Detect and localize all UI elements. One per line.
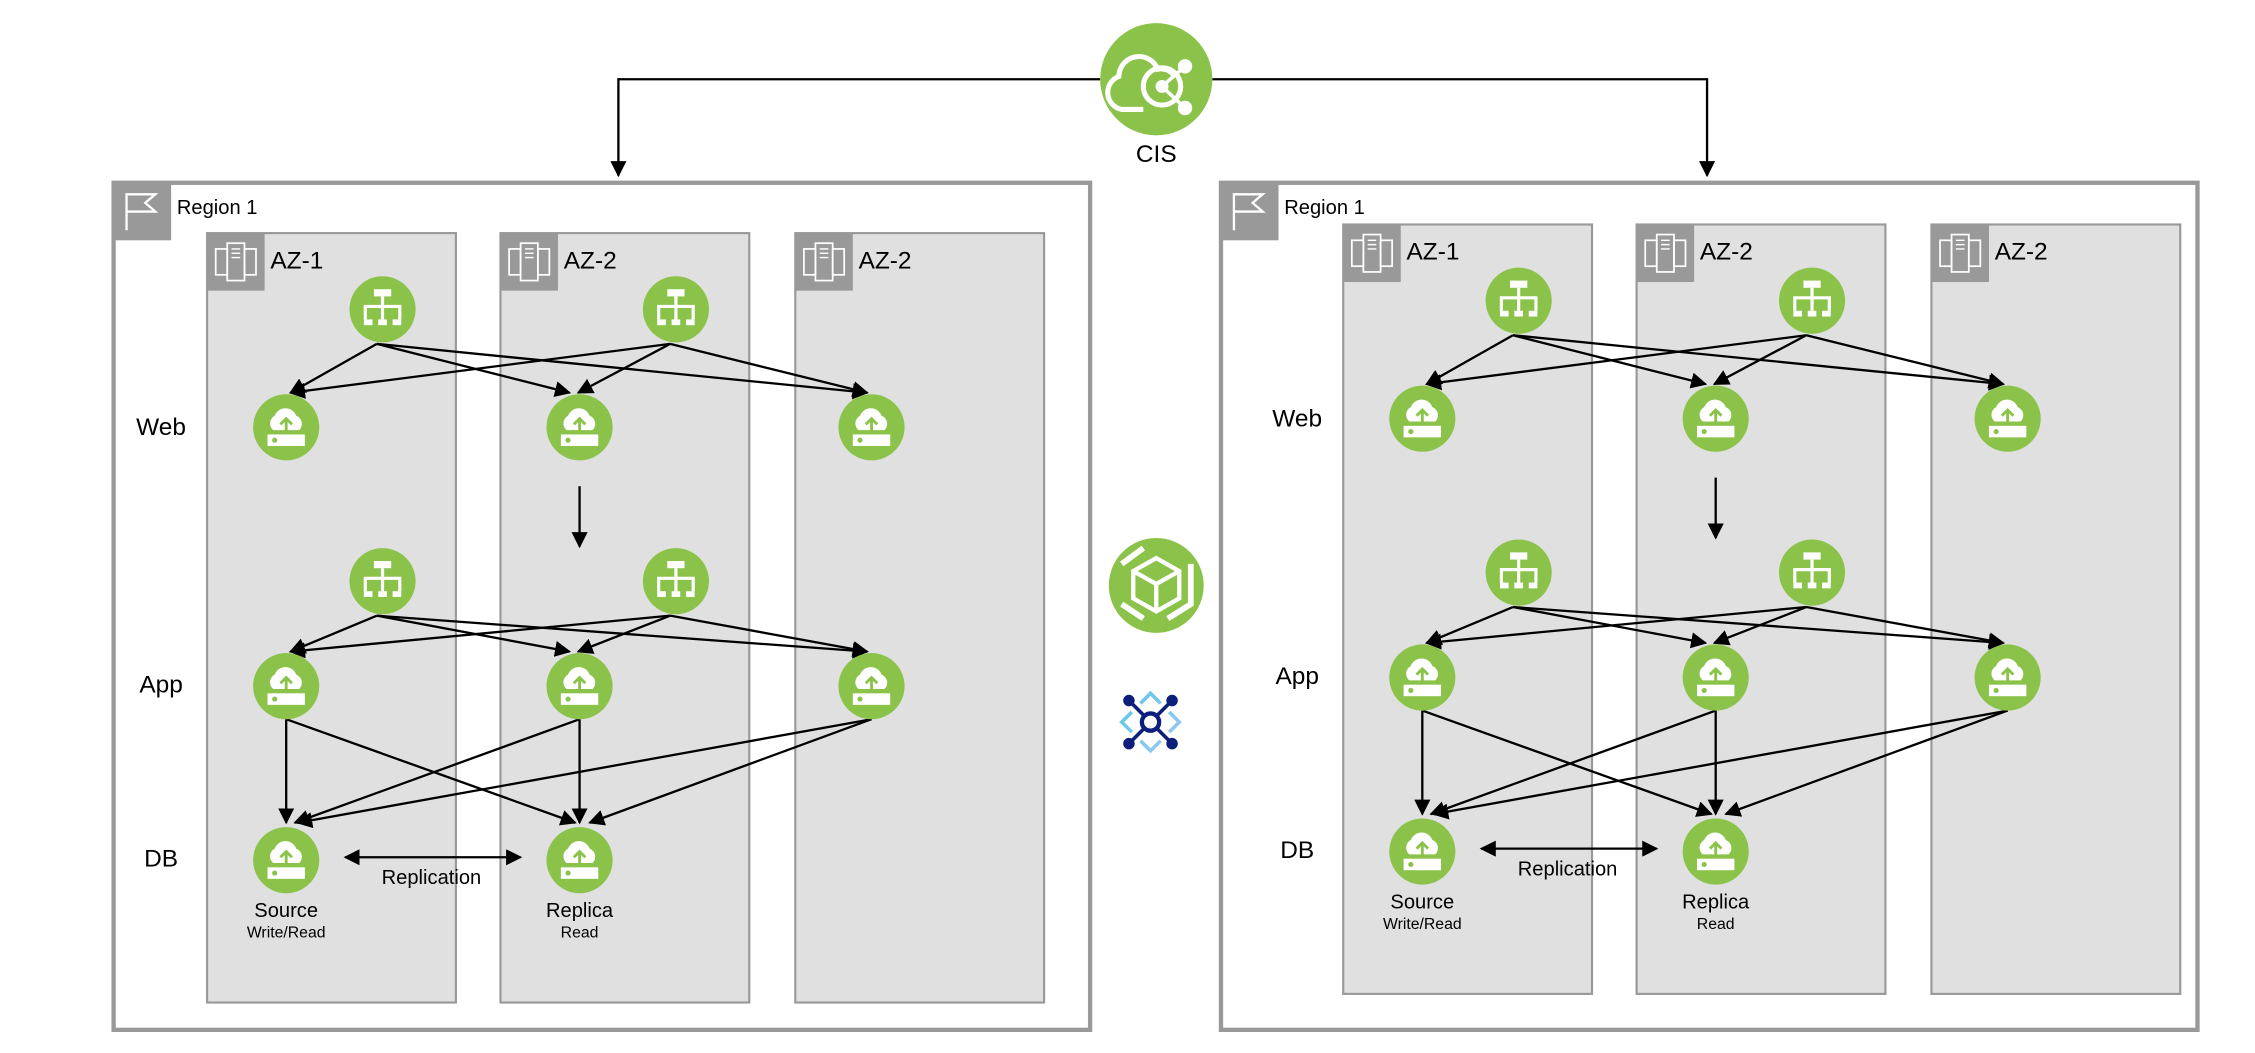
web-server-icon[interactable]	[1389, 385, 1456, 452]
az-label: AZ-2	[859, 247, 912, 274]
datacenter-icon	[1931, 224, 1989, 283]
network-hub-icon	[1119, 690, 1182, 754]
load-balancer-icon[interactable]	[1778, 267, 1846, 334]
db-source-label: Source	[254, 900, 318, 922]
az-column-2: AZ-2	[1635, 223, 1887, 995]
az-label: AZ-1	[1406, 239, 1459, 266]
az-zone	[499, 232, 751, 1004]
db-replica-label: Replica	[546, 900, 614, 922]
db-source-icon[interactable]	[253, 827, 320, 894]
az-column-3: AZ-2	[1930, 223, 2182, 995]
region-content: AZ-1 AZ-2 AZ-2 Web App DB Replication Source Wri…	[1272, 223, 2182, 995]
app-server-icon[interactable]	[1682, 644, 1749, 711]
db-replica-icon[interactable]	[1682, 818, 1749, 885]
region-flag-icon	[113, 182, 172, 241]
center-icons	[1108, 538, 1204, 754]
db-source-label: Source	[1390, 892, 1454, 914]
load-balancer-icon[interactable]	[1778, 539, 1846, 606]
load-balancer-icon[interactable]	[349, 276, 416, 343]
datacenter-icon	[500, 233, 558, 291]
load-balancer-icon[interactable]	[642, 276, 710, 343]
region-content: AZ-1 AZ-2 AZ-2 Web App DB Replication Source Wri…	[136, 232, 1046, 1004]
cis-to-region-2-arrow	[1212, 78, 1716, 178]
web-server-icon[interactable]	[1974, 385, 2041, 452]
datacenter-icon	[207, 233, 265, 291]
load-balancer-icon[interactable]	[349, 548, 416, 615]
az-label: AZ-2	[564, 247, 617, 274]
datacenter-icon	[1343, 224, 1401, 283]
replication-label: Replication	[1518, 859, 1618, 881]
db-source-sublabel: Write/Read	[1383, 916, 1462, 933]
region-flag-icon	[1220, 182, 1279, 241]
db-replica-label: Replica	[1682, 892, 1750, 914]
tier-label-db: DB	[144, 846, 178, 873]
load-balancer-icon[interactable]	[1485, 267, 1552, 334]
az-column-3: AZ-2	[794, 232, 1046, 1004]
tier-label-db: DB	[1280, 837, 1314, 864]
tier-label-web: Web	[136, 414, 186, 441]
cube-service-icon	[1108, 538, 1204, 633]
az-label: AZ-1	[270, 247, 323, 274]
app-server-icon[interactable]	[1974, 644, 2041, 711]
az-label: AZ-2	[1700, 239, 1753, 266]
db-replica-icon[interactable]	[546, 827, 613, 894]
datacenter-icon	[795, 233, 853, 291]
app-server-icon[interactable]	[253, 653, 320, 720]
web-server-icon[interactable]	[546, 394, 613, 461]
web-server-icon[interactable]	[253, 394, 320, 461]
db-source-icon[interactable]	[1389, 818, 1456, 885]
tier-label-app: App	[139, 672, 182, 699]
db-replica-sublabel: Read	[1697, 916, 1735, 933]
tier-label-app: App	[1275, 663, 1318, 690]
datacenter-icon	[1636, 224, 1695, 283]
cis-label: CIS	[1136, 141, 1177, 168]
region-title: Region 1	[177, 197, 258, 219]
app-server-icon[interactable]	[546, 653, 613, 720]
load-balancer-icon[interactable]	[1485, 539, 1552, 606]
app-server-icon[interactable]	[1389, 644, 1456, 711]
az-column-2: AZ-2	[499, 232, 751, 1004]
architecture-diagram: Region 1 AZ-1 AZ-2 AZ-2 Web App DB Replication S…	[111, 23, 2200, 1033]
az-zone	[794, 232, 1046, 1004]
web-server-icon[interactable]	[838, 394, 905, 461]
region-2: Region 1 AZ-1 AZ-2 AZ-2 Web App DB Replication S…	[1218, 180, 2200, 1033]
app-server-icon[interactable]	[838, 653, 905, 720]
tier-label-web: Web	[1272, 406, 1322, 433]
db-replica-sublabel: Read	[561, 925, 599, 942]
replication-label: Replication	[382, 867, 482, 889]
region-1: Region 1 AZ-1 AZ-2 AZ-2 Web App DB Replication S…	[111, 180, 1093, 1033]
web-server-icon[interactable]	[1682, 385, 1749, 452]
cis-to-region-1-arrow	[610, 78, 1101, 178]
az-zone	[1930, 223, 2182, 995]
db-source-sublabel: Write/Read	[247, 925, 326, 942]
az-zone	[1635, 223, 1887, 995]
load-balancer-icon[interactable]	[642, 548, 710, 615]
az-label: AZ-2	[1995, 239, 2048, 266]
cis-node[interactable]: CIS	[1100, 23, 1213, 168]
region-title: Region 1	[1284, 197, 1365, 219]
